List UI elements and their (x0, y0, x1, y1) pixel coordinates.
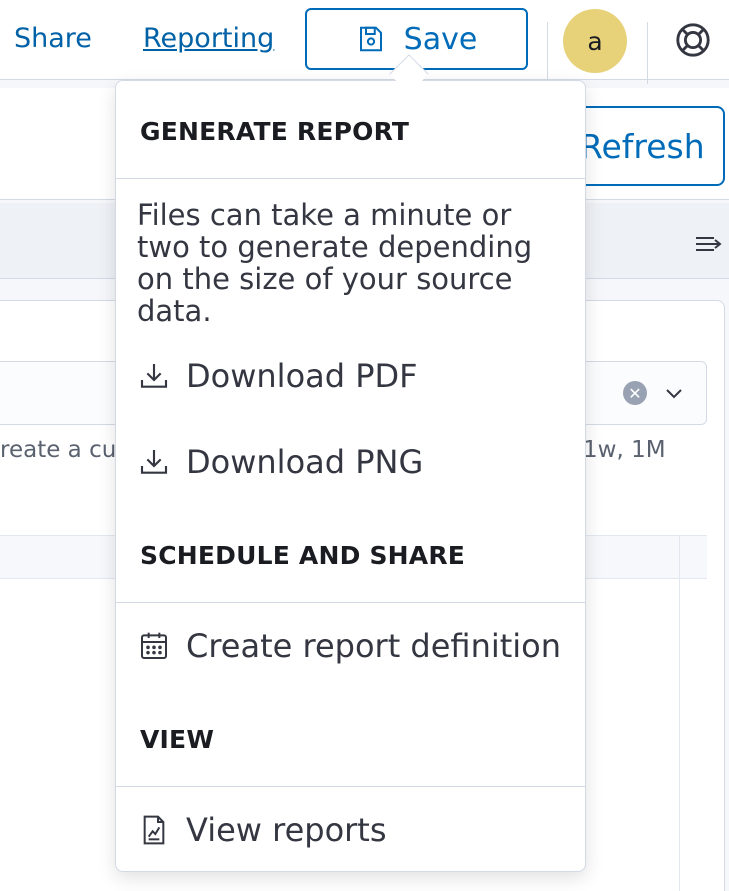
save-icon (359, 26, 382, 52)
view-reports-label: View reports (186, 811, 387, 849)
clear-icon[interactable]: ✕ (623, 381, 647, 405)
chevron-down-icon[interactable] (662, 381, 686, 405)
divider (679, 535, 680, 891)
download-pdf-label: Download PDF (186, 357, 418, 395)
help-text: reate a cu (0, 437, 117, 463)
calendar-icon (141, 632, 167, 659)
divider (116, 786, 585, 787)
generate-description: Files can take a minute or two to genera… (137, 198, 533, 328)
download-icon (140, 364, 168, 388)
view-title: VIEW (140, 725, 215, 754)
view-reports-item[interactable]: View reports (138, 811, 387, 849)
top-header: Share Reporting Save a (0, 0, 729, 84)
generate-report-title: GENERATE REPORT (140, 117, 410, 146)
report-icon (143, 815, 165, 845)
share-link[interactable]: Share (14, 22, 92, 56)
divider (116, 602, 585, 603)
download-icon (140, 450, 168, 474)
download-png-label: Download PNG (186, 443, 424, 481)
help-lifebuoy-icon[interactable] (674, 21, 712, 59)
create-report-definition-label: Create report definition (186, 627, 562, 665)
save-button[interactable]: Save (305, 8, 528, 70)
collapse-icon[interactable] (694, 229, 724, 259)
help-text: 1w, 1M (583, 437, 666, 463)
avatar[interactable]: a (563, 9, 627, 73)
divider (647, 22, 648, 84)
create-report-definition-item[interactable]: Create report definition (138, 627, 561, 665)
download-pdf-item[interactable]: Download PDF (138, 357, 418, 395)
schedule-share-title: SCHEDULE AND SHARE (140, 541, 466, 570)
divider (116, 178, 585, 179)
reporting-link[interactable]: Reporting (143, 22, 274, 56)
reporting-popover: GENERATE REPORT Files can take a minute … (115, 80, 586, 872)
save-label: Save (403, 21, 478, 57)
divider (547, 22, 548, 84)
download-png-item[interactable]: Download PNG (138, 443, 423, 481)
